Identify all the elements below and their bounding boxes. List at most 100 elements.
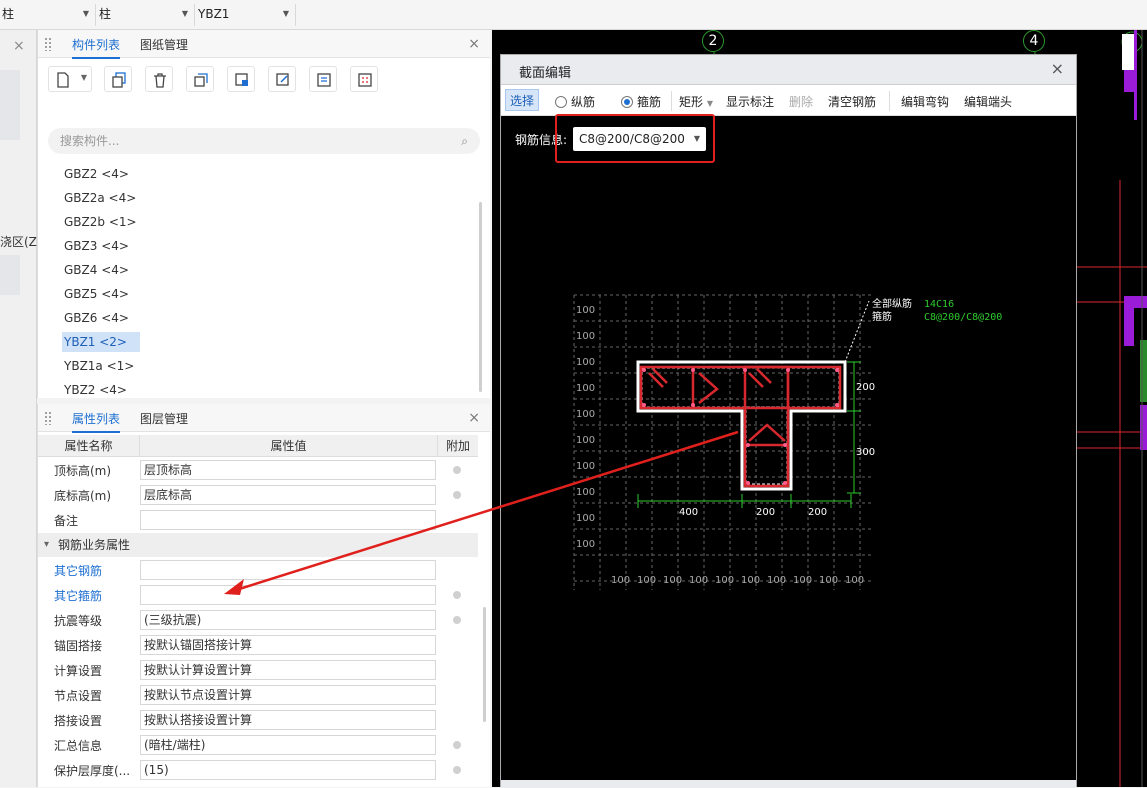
- chevron-down-icon: ▼: [82, 9, 89, 18]
- category-select[interactable]: 柱 ▼: [0, 4, 96, 26]
- property-value-field[interactable]: 按默认搭接设置计算: [140, 710, 436, 730]
- column-header-extra: 附加: [437, 435, 478, 457]
- property-group-header[interactable]: ▾ 钢筋业务属性: [38, 533, 478, 557]
- floor-copy-button[interactable]: [227, 66, 255, 92]
- grid-label: 100: [845, 575, 864, 586]
- property-value-field[interactable]: 按默认节点设置计算: [140, 685, 436, 705]
- scrollbar[interactable]: [483, 607, 486, 722]
- tab-property-list[interactable]: 属性列表: [72, 410, 121, 433]
- grid-label: 100: [663, 575, 682, 586]
- list-item[interactable]: GBZ2 <4>: [62, 164, 131, 184]
- edit-hook-button[interactable]: 编辑弯钩: [901, 93, 949, 110]
- dialog-title: 截面编辑: [519, 66, 572, 81]
- layers-icon: [194, 73, 208, 87]
- scrollbar[interactable]: [479, 202, 482, 392]
- grid-label: 100: [576, 513, 595, 524]
- tab-drawing-management[interactable]: 图纸管理: [140, 36, 188, 57]
- grid-label: 100: [793, 575, 812, 586]
- property-row: 计算设置 按默认计算设置计算: [38, 658, 478, 683]
- column-header-name: 属性名称: [38, 435, 139, 457]
- property-panel: 属性列表 图层管理 × 属性名称 属性值 附加 顶标高(m) 层顶标高 底标高(m)…: [37, 404, 490, 787]
- drag-grip-icon[interactable]: [44, 37, 52, 51]
- grid-label: 100: [576, 461, 595, 472]
- dim-bottom-3: 200: [808, 507, 827, 518]
- edit-button[interactable]: [268, 66, 296, 92]
- section-edit-dialog: 截面编辑 × 选择 纵筋 箍筋 矩形 ▼ 显示标注 删除 清空钢筋 编辑弯钩 编…: [500, 54, 1077, 788]
- filter-button[interactable]: [350, 66, 378, 92]
- chevron-down-icon: ▼: [706, 99, 713, 108]
- new-component-button[interactable]: ▼: [48, 66, 92, 92]
- left-side-strip: × 浇区(Z: [0, 30, 37, 787]
- grid-label: 100: [767, 575, 786, 586]
- list-item[interactable]: GBZ6 <4>: [62, 308, 131, 328]
- annotation-stirrup-label: 箍筋: [872, 310, 892, 323]
- property-value-field[interactable]: [140, 585, 436, 605]
- close-icon[interactable]: ×: [468, 36, 480, 52]
- property-value-field[interactable]: (15): [140, 760, 436, 780]
- grid-label: 100: [576, 409, 595, 420]
- attach-toggle[interactable]: [453, 616, 461, 624]
- close-icon[interactable]: ×: [13, 38, 25, 54]
- property-value-field[interactable]: [140, 560, 436, 580]
- property-name: 其它箍筋: [54, 589, 103, 603]
- property-panel-tabs: 属性列表 图层管理 ×: [38, 404, 490, 433]
- rectangle-tool-button[interactable]: 矩形 ▼: [679, 93, 713, 110]
- list-item[interactable]: GBZ3 <4>: [62, 236, 131, 256]
- annotation-all-long-label: 全部纵筋: [872, 297, 912, 310]
- list-item[interactable]: GBZ2a <4>: [62, 188, 138, 208]
- component-search-input[interactable]: 搜索构件... ⌕: [48, 128, 480, 154]
- property-value-field[interactable]: (三级抗震): [140, 610, 436, 630]
- grid-label: 100: [819, 575, 838, 586]
- tab-component-list[interactable]: 构件列表: [72, 36, 121, 59]
- type-select[interactable]: 柱 ▼: [97, 4, 195, 26]
- list-item[interactable]: YBZ1a <1>: [62, 356, 136, 376]
- component-select[interactable]: YBZ1 ▼: [196, 4, 296, 26]
- edit-end-button[interactable]: 编辑端头: [964, 93, 1012, 110]
- select-tool-button[interactable]: 选择: [505, 89, 540, 111]
- property-name: 其它钢筋: [54, 564, 103, 578]
- duplicate-button[interactable]: [186, 66, 214, 92]
- top-toolbar: 柱 ▼ 柱 ▼ YBZ1 ▼: [0, 0, 1147, 30]
- property-value-field[interactable]: 层底标高: [140, 485, 436, 505]
- drag-grip-icon[interactable]: [44, 411, 52, 425]
- radio-checked-icon: [621, 96, 633, 108]
- attach-toggle[interactable]: [453, 591, 461, 599]
- property-name: 搭接设置: [54, 714, 103, 728]
- close-icon[interactable]: ×: [1051, 59, 1064, 78]
- longitudinal-radio[interactable]: 纵筋: [555, 93, 595, 110]
- search-icon[interactable]: ⌕: [461, 128, 468, 154]
- copy-button[interactable]: [104, 66, 132, 92]
- property-row: 节点设置 按默认节点设置计算: [38, 683, 478, 708]
- property-value-field[interactable]: [140, 510, 436, 530]
- strip-highlight: [0, 255, 20, 295]
- tab-layer-management[interactable]: 图层管理: [140, 410, 188, 431]
- list-item[interactable]: YBZ1 <2>: [62, 332, 140, 352]
- property-value-field[interactable]: (暗柱/端柱): [140, 735, 436, 755]
- attach-toggle[interactable]: [453, 466, 461, 474]
- toolbar-separator: [671, 91, 672, 111]
- show-dimension-button[interactable]: 显示标注: [726, 93, 774, 110]
- grid-label: 100: [637, 575, 656, 586]
- list-item[interactable]: GBZ4 <4>: [62, 260, 131, 280]
- property-value-field[interactable]: 按默认锚固搭接计算: [140, 635, 436, 655]
- attach-toggle[interactable]: [453, 491, 461, 499]
- section-drawing[interactable]: 100 100 100 100 100 100 100 100 100 100 100 100 100 1…: [501, 235, 1076, 775]
- property-value-field[interactable]: 按默认计算设置计算: [140, 660, 436, 680]
- list-item[interactable]: GBZ5 <4>: [62, 284, 131, 304]
- delete-tool-button[interactable]: 删除: [789, 93, 813, 110]
- attach-toggle[interactable]: [453, 741, 461, 749]
- property-name: 顶标高(m): [54, 464, 112, 478]
- close-icon[interactable]: ×: [468, 410, 480, 426]
- clear-rebar-button[interactable]: 清空钢筋: [828, 93, 876, 110]
- grid-label: 100: [576, 539, 595, 550]
- list-item[interactable]: YBZ2 <4>: [62, 380, 129, 400]
- sort-button[interactable]: [309, 66, 337, 92]
- rebar-info-highlight-box: [555, 114, 715, 163]
- property-value-field[interactable]: 层顶标高: [140, 460, 436, 480]
- stirrup-radio[interactable]: 箍筋: [621, 93, 661, 110]
- attach-toggle[interactable]: [453, 766, 461, 774]
- delete-button[interactable]: [145, 66, 173, 92]
- grid-label: 100: [576, 357, 595, 368]
- list-item[interactable]: GBZ2b <1>: [62, 212, 139, 232]
- dimension-grid: 100 100 100 100 100 100 100 100 100 100 100 100 100 1…: [573, 294, 871, 590]
